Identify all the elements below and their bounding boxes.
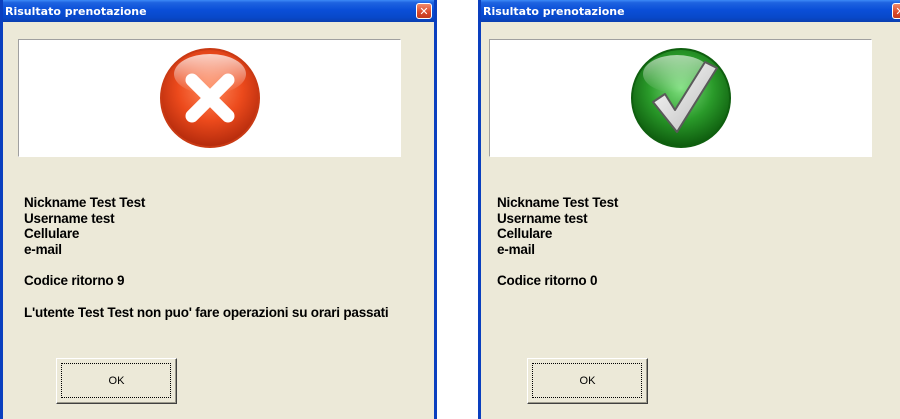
- cellulare-text: Cellulare: [497, 226, 553, 241]
- cellulare-text: Cellulare: [24, 226, 80, 241]
- nickname-text: Nickname Test Test: [24, 195, 146, 210]
- focus-rectangle: [61, 363, 171, 398]
- email-text: e-mail: [497, 241, 535, 257]
- focus-rectangle: [532, 363, 642, 398]
- close-button[interactable]: ✕: [416, 3, 432, 19]
- booking-info: Nickname Test Test Username test Cellula…: [497, 195, 618, 289]
- error-message-text: L'utente Test Test non puo' fare operazi…: [24, 304, 389, 320]
- username-text: Username test: [497, 210, 588, 226]
- error-x-icon: [159, 48, 260, 148]
- booking-info: Nickname Test Test Username test Cellula…: [24, 195, 389, 320]
- status-image-panel: [18, 39, 401, 157]
- title-bar[interactable]: Risultato prenotazione ✕: [3, 0, 434, 22]
- ok-button[interactable]: OK: [527, 358, 648, 404]
- success-check-icon: [630, 48, 731, 148]
- nickname-text: Nickname Test Test: [497, 195, 619, 210]
- return-code-text: Codice ritorno 9: [24, 273, 125, 288]
- window-title: Risultato prenotazione: [483, 4, 625, 18]
- ok-button[interactable]: OK: [56, 358, 177, 404]
- success-result-dialog: Risultato prenotazione ✕: [478, 0, 900, 419]
- close-icon: ✕: [419, 4, 429, 18]
- close-icon: ✕: [895, 6, 900, 17]
- error-result-dialog: Risultato prenotazione ✕ Nickname Test T…: [0, 0, 437, 419]
- window-title: Risultato prenotazione: [5, 4, 147, 18]
- username-text: Username test: [24, 210, 115, 226]
- return-code-text: Codice ritorno 0: [497, 273, 598, 288]
- close-button[interactable]: ✕: [892, 3, 900, 19]
- status-image-panel: [489, 39, 872, 157]
- title-bar[interactable]: Risultato prenotazione ✕: [481, 0, 900, 22]
- email-text: e-mail: [24, 241, 62, 257]
